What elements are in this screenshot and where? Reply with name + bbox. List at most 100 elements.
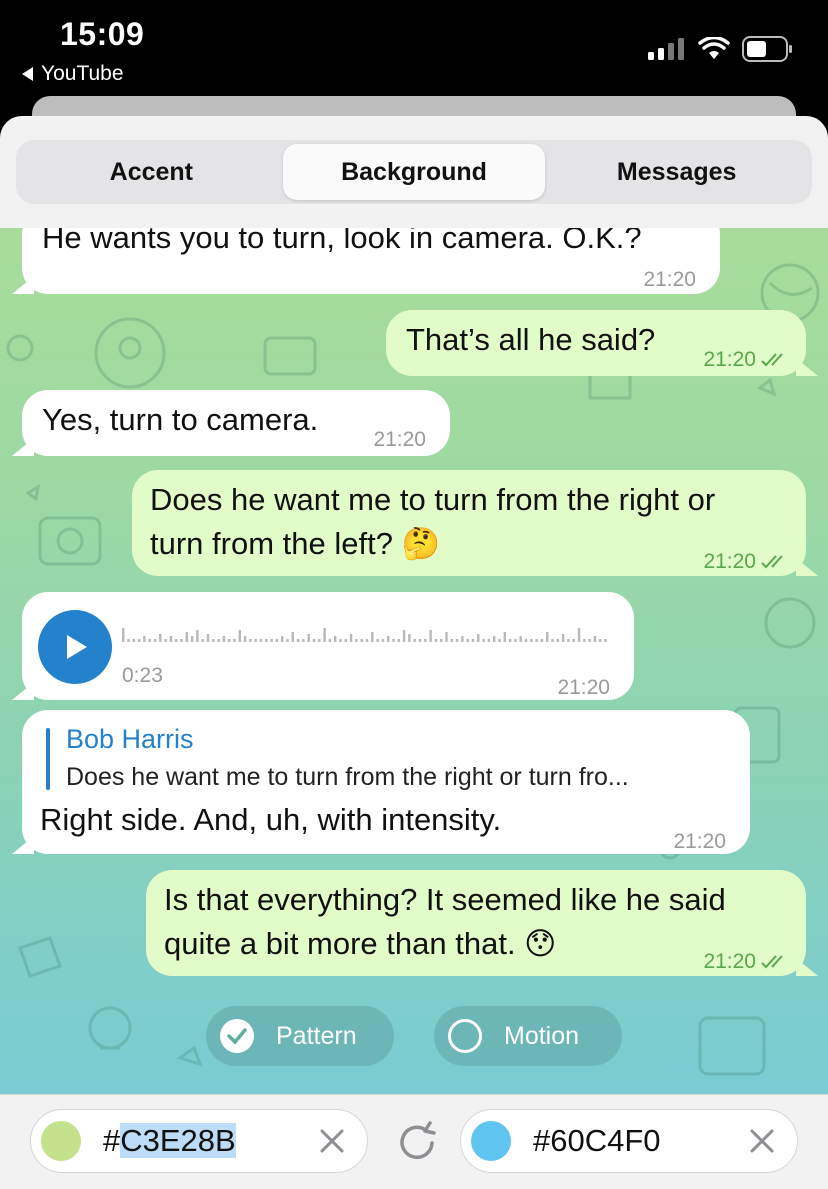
tab-background[interactable]: Background [282, 144, 546, 200]
second-color-field[interactable]: #60C4F0 [460, 1109, 798, 1173]
message-incoming[interactable]: Yes, turn to camera. 21:20 [22, 390, 450, 456]
message-outgoing[interactable]: Is that everything? It seemed like he sa… [146, 870, 806, 976]
first-color-field[interactable]: #C3E28B [30, 1109, 368, 1173]
clear-icon[interactable] [747, 1126, 777, 1156]
waveform-bar [540, 639, 544, 642]
waveform-bar [132, 639, 135, 642]
message-time: 21:20 [373, 428, 426, 451]
battery-icon [742, 36, 792, 62]
waveform-bar [599, 639, 602, 642]
pattern-toggle[interactable]: Pattern [206, 1006, 394, 1066]
waveform-bar [143, 636, 146, 642]
waveform-bar [349, 634, 353, 642]
voice-waveform [122, 628, 607, 642]
message-text: Yes, turn to camera. [42, 402, 319, 437]
waveform-bar [546, 632, 549, 642]
waveform-bar [334, 636, 337, 642]
waveform-bar [286, 639, 289, 642]
waveform-bar [498, 639, 501, 642]
waveform-bar [302, 639, 305, 642]
message-incoming[interactable]: He wants you to turn, look in camera. O.… [22, 228, 720, 294]
rotate-gradient-icon[interactable] [394, 1119, 440, 1165]
message-time: 21:20 [557, 676, 610, 699]
message-text: That’s all he said? [406, 322, 656, 357]
waveform-bar [169, 636, 173, 642]
second-color-input[interactable]: #60C4F0 [533, 1123, 661, 1159]
waveform-bar [593, 636, 597, 642]
waveform-bar [519, 636, 522, 642]
waveform-bar [397, 639, 400, 642]
first-color-swatch[interactable] [41, 1121, 81, 1161]
waveform-bar [514, 639, 517, 642]
waveform-bar [153, 639, 157, 642]
waveform-bar [487, 639, 491, 642]
waveform-bar [477, 634, 480, 642]
message-time-status: 21:20 [703, 338, 790, 382]
waveform-bar [360, 639, 363, 642]
waveform-bar [196, 630, 199, 642]
waveform-bar [508, 639, 512, 642]
waveform-bar [376, 639, 379, 642]
waveform-bar [148, 639, 151, 642]
first-color-input[interactable]: #C3E28B [103, 1123, 236, 1159]
waveform-bar [339, 639, 342, 642]
pattern-label: Pattern [276, 1021, 357, 1050]
play-button[interactable] [38, 610, 112, 684]
message-outgoing[interactable]: That’s all he said? 21:20 [386, 310, 806, 376]
back-arrow-icon [22, 67, 33, 81]
motion-toggle[interactable]: Motion [434, 1006, 622, 1066]
waveform-bar [185, 632, 188, 642]
second-color-swatch[interactable] [471, 1121, 511, 1161]
message-text-line-2: quite a bit more than that. 😯 [164, 926, 557, 961]
segmented-control: Accent Background Messages [16, 140, 812, 204]
hex-prefix: # [103, 1123, 121, 1158]
waveform-bar [381, 639, 385, 642]
waveform-bar [577, 628, 581, 642]
waveform-bar [281, 636, 284, 642]
waveform-bar [175, 639, 178, 642]
waveform-bar [402, 630, 406, 642]
waveform-bar [455, 639, 459, 642]
tab-messages[interactable]: Messages [545, 144, 808, 200]
waveform-bar [387, 636, 390, 642]
waveform-bar [530, 639, 533, 642]
waveform-bar [122, 628, 125, 642]
play-icon [67, 635, 87, 659]
waveform-bar [190, 636, 194, 642]
wifi-icon [698, 37, 730, 59]
waveform-bar [408, 634, 411, 642]
waveform-bar [328, 639, 332, 642]
waveform-bar [243, 636, 247, 642]
waveform-bar [434, 639, 438, 642]
waveform-bar [222, 636, 226, 642]
clear-icon[interactable] [317, 1126, 347, 1156]
waveform-bar [307, 634, 310, 642]
waveform-bar [583, 639, 586, 642]
waveform-bar [365, 639, 369, 642]
back-to-app-link[interactable]: YouTube [22, 62, 124, 86]
waveform-bar [535, 639, 538, 642]
waveform-bar [418, 639, 422, 642]
waveform-bar [291, 632, 294, 642]
tab-accent[interactable]: Accent [20, 144, 283, 200]
waveform-bar [450, 639, 453, 642]
waveform-bar [466, 639, 469, 642]
status-icons [648, 36, 794, 62]
waveform-bar [561, 634, 565, 642]
back-app-label: YouTube [41, 62, 124, 85]
waveform-bar [524, 639, 528, 642]
message-time: 21:20 [703, 550, 756, 573]
waveform-bar [471, 639, 475, 642]
chat-preview: He wants you to turn, look in camera. O.… [0, 228, 828, 1094]
color-picker-bar: #C3E28B #60C4F0 [0, 1094, 828, 1189]
waveform-bar [254, 639, 257, 642]
message-reply-incoming[interactable]: Bob Harris Does he want me to turn from … [22, 710, 750, 854]
message-text-line-1: Is that everything? It seemed like he sa… [164, 882, 726, 917]
voice-message[interactable]: 0:23 21:20 [22, 592, 634, 700]
message-time-status: 21:20 [703, 940, 790, 984]
waveform-bar [604, 639, 607, 642]
waveform-bar [228, 639, 231, 642]
waveform-bar [312, 639, 316, 642]
message-outgoing[interactable]: Does he want me to turn from the right o… [132, 470, 806, 576]
waveform-bar [355, 639, 358, 642]
